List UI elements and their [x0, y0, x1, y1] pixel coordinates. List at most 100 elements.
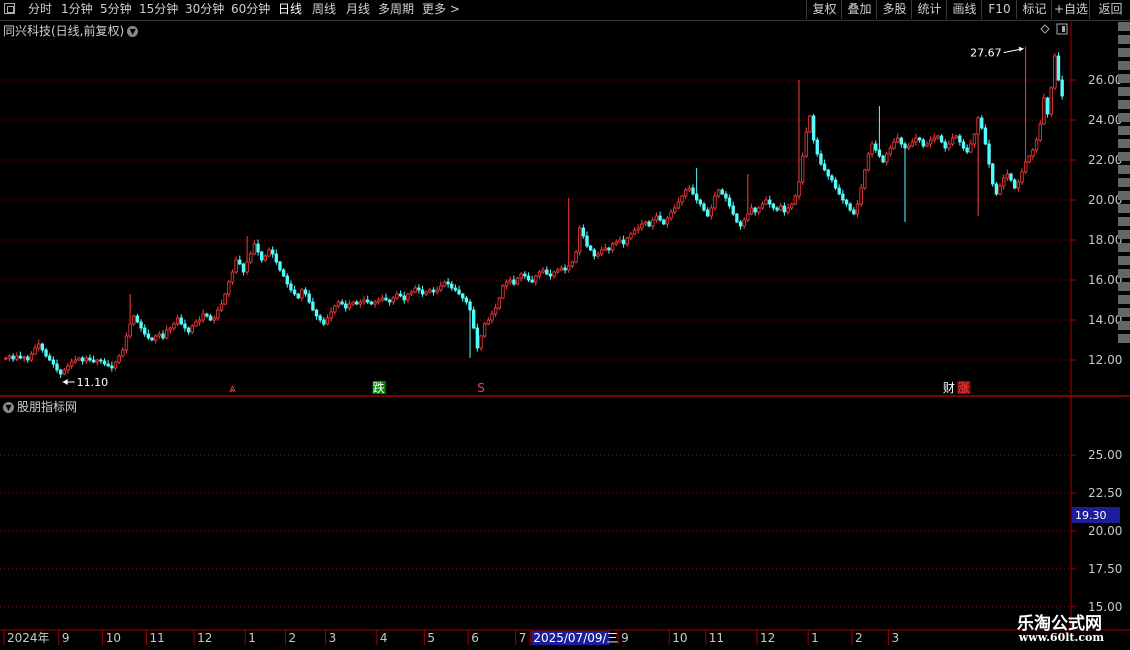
candle-body: [980, 117, 984, 129]
candle-body: [409, 291, 414, 295]
time-label: 4: [380, 631, 388, 645]
candle-body: [684, 189, 688, 197]
candle-body: [380, 297, 384, 301]
candle-body: [705, 209, 710, 217]
candle-body: [841, 193, 845, 201]
candle-body: [537, 271, 542, 277]
time-label: 1: [811, 631, 819, 645]
candle-body: [647, 221, 651, 227]
candle-body: [654, 215, 659, 221]
candle-body: [892, 141, 896, 149]
candle-body: [673, 207, 677, 213]
candle-body: [906, 145, 911, 149]
candle-body: [691, 187, 695, 195]
indicator-tick-label: 25.00: [1088, 448, 1122, 462]
candle-body: [1023, 161, 1028, 173]
price-annotations: 27.67 11.10: [62, 46, 1024, 389]
candle-body: [610, 243, 615, 251]
candle-body: [212, 317, 216, 321]
candle-body: [830, 175, 834, 181]
candle-body: [676, 201, 681, 209]
candle-body: [164, 329, 169, 339]
candle-body: [563, 267, 567, 271]
candle-body: [826, 169, 830, 177]
candle-body: [157, 333, 162, 337]
candle-body: [888, 147, 893, 155]
candle-body: [698, 199, 702, 205]
candle-body: [914, 137, 918, 143]
candle-body: [227, 281, 231, 295]
candle-body: [486, 319, 490, 325]
candle-body: [764, 199, 768, 205]
candle-body: [771, 203, 776, 209]
candle-body: [117, 355, 121, 363]
candle-body: [592, 249, 596, 257]
candle-body: [720, 189, 724, 195]
candle-body: [55, 363, 59, 371]
candle-body: [680, 195, 684, 203]
candle-body: [278, 261, 282, 271]
candle-body: [91, 359, 96, 363]
candle-body: [314, 309, 319, 317]
candle-body: [896, 137, 900, 143]
candle-body: [541, 269, 545, 273]
candle-body: [73, 359, 77, 363]
candle-body: [238, 259, 242, 265]
candle-body: [18, 355, 23, 359]
candle-body: [640, 223, 644, 229]
time-label: 9: [621, 631, 629, 645]
candle-body: [482, 323, 487, 337]
candle-body: [512, 279, 516, 285]
candle-body: [621, 239, 626, 245]
watermark-url: www.60lt.com: [1018, 631, 1104, 644]
candle-body: [376, 299, 381, 303]
candle-body: [387, 299, 392, 303]
candle-body: [33, 347, 37, 355]
candle-body: [870, 143, 874, 155]
candle-body: [102, 360, 107, 365]
time-label: 1: [248, 631, 256, 645]
indicator-axis: 15.0017.5020.0022.5025.00: [1071, 448, 1122, 614]
candle-body: [420, 289, 425, 295]
candle-body: [570, 261, 575, 267]
right-side-list: [1118, 22, 1130, 402]
candle-body: [1049, 87, 1053, 115]
candle-body: [943, 141, 947, 149]
candle-body: [877, 149, 882, 157]
candle-body: [406, 293, 410, 301]
candle-body: [811, 115, 816, 141]
candle-body: [848, 203, 852, 211]
candle-body: [11, 355, 15, 360]
candle-body: [947, 143, 951, 149]
candle-body: [669, 211, 673, 219]
candle-body: [344, 303, 348, 309]
candle-body: [194, 321, 198, 327]
candle-body: [1027, 155, 1031, 163]
candle-body: [808, 115, 812, 133]
candle-body: [252, 243, 257, 255]
candle-body: [983, 127, 988, 145]
candle-body: [442, 281, 447, 287]
time-label: 3: [892, 631, 900, 645]
candle-body: [607, 247, 611, 251]
candle-body: [417, 287, 421, 291]
candle-body: [815, 139, 819, 155]
candle-body: [797, 181, 801, 197]
candle-body: [161, 333, 165, 339]
indicator-tick-label: 22.50: [1088, 486, 1122, 500]
time-label: 5: [427, 631, 435, 645]
candle-body: [757, 207, 761, 213]
candle-body: [143, 327, 147, 335]
candle-body: [398, 293, 403, 297]
candle-body: [800, 155, 805, 183]
candle-body: [150, 337, 154, 341]
candle-body: [267, 249, 271, 257]
candle-body: [369, 301, 374, 305]
candle-body: [731, 205, 735, 215]
candle-body: [724, 193, 728, 199]
candle-body: [256, 243, 260, 253]
candle-body: [190, 325, 194, 333]
diamond-icon[interactable]: [1040, 24, 1050, 34]
candlestick-chart: 12.0014.0016.0018.0020.0022.0024.0026.00…: [0, 22, 1130, 645]
candle-body: [205, 313, 209, 317]
